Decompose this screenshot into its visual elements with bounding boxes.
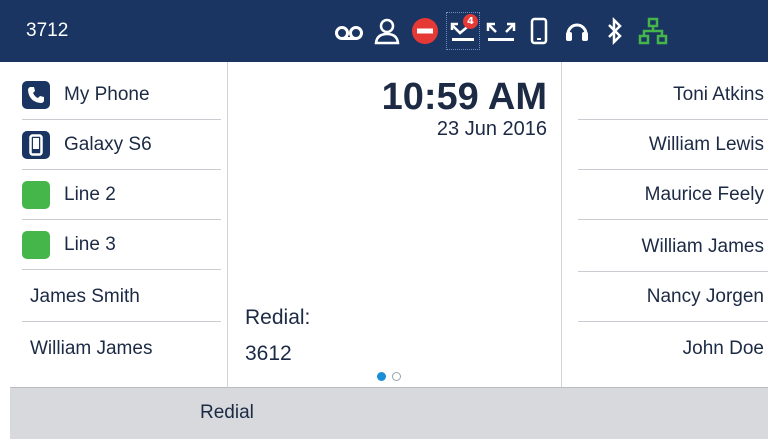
line-keys-panel: My Phone Galaxy S6 Line 2 Line 3 James S…: [10, 62, 228, 387]
missed-calls-badge: 4: [463, 14, 478, 29]
favorite-william-lewis[interactable]: William Lewis: [578, 120, 768, 170]
headset-icon[interactable]: [558, 10, 596, 52]
phone-icon: [22, 80, 50, 109]
page-indicator[interactable]: [377, 372, 401, 381]
softkey-bar: Redial: [10, 387, 768, 439]
line-key-james-smith[interactable]: James Smith: [22, 272, 221, 322]
status-icons: 4: [330, 10, 672, 52]
favorite-william-james[interactable]: William James: [578, 222, 768, 272]
clock-date: 23 Jun 2016: [436, 118, 547, 140]
bluetooth-icon[interactable]: [596, 10, 634, 52]
line-key-line-3[interactable]: Line 3: [22, 220, 221, 270]
line-key-label: Line 3: [64, 233, 116, 255]
line-key-line-2[interactable]: Line 2: [22, 170, 221, 220]
voicemail-icon[interactable]: [330, 10, 368, 52]
favorite-nancy-jorgen[interactable]: Nancy Jorgen: [578, 272, 768, 322]
mobile-phone-icon: [22, 130, 50, 159]
redial-number[interactable]: 3612: [245, 342, 292, 366]
status-bar: 3712 4: [0, 0, 768, 62]
network-icon[interactable]: [634, 10, 672, 52]
line-key-label: Galaxy S6: [64, 133, 152, 155]
favorite-toni-atkins[interactable]: Toni Atkins: [578, 70, 768, 120]
call-forward-icon[interactable]: [482, 10, 520, 52]
line-key-label: My Phone: [64, 83, 150, 105]
idle-panel: 10:59 AM 23 Jun 2016 Redial: 3612: [229, 62, 562, 387]
line-key-label: James Smith: [30, 285, 140, 307]
extension-number: 3712: [26, 20, 69, 41]
missed-calls-icon[interactable]: 4: [444, 10, 482, 52]
line-key-william-james[interactable]: William James: [22, 324, 221, 374]
clock-time: 10:59 AM: [381, 76, 547, 118]
dnd-icon[interactable]: [406, 10, 444, 52]
mobile-device-icon[interactable]: [520, 10, 558, 52]
line-key-label: William James: [30, 338, 153, 359]
line-key-my-phone[interactable]: My Phone: [22, 70, 221, 120]
favorite-maurice-feely[interactable]: Maurice Feely: [578, 170, 768, 220]
redial-label: Redial:: [245, 306, 311, 329]
line-key-galaxy-s6[interactable]: Galaxy S6: [22, 120, 221, 170]
redial-softkey[interactable]: Redial: [200, 402, 254, 424]
favorite-john-doe[interactable]: John Doe: [578, 324, 768, 374]
favorites-panel: Toni Atkins William Lewis Maurice Feely …: [563, 62, 768, 387]
line-status-icon: [22, 230, 50, 259]
line-key-label: Line 2: [64, 183, 116, 205]
page-dot-active[interactable]: [377, 372, 386, 381]
presence-icon[interactable]: [368, 10, 406, 52]
line-status-icon: [22, 180, 50, 209]
page-dot-inactive[interactable]: [392, 372, 401, 381]
